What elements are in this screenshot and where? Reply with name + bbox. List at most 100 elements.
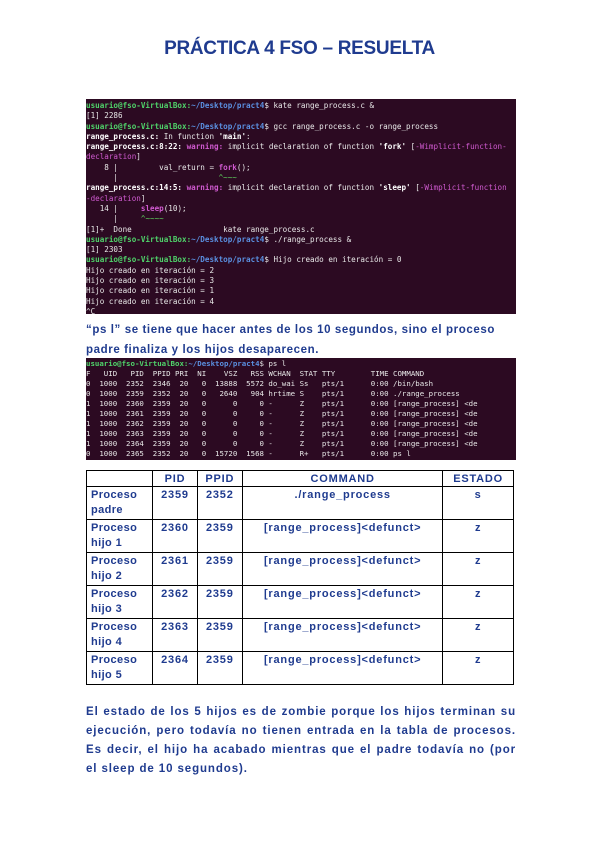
terminal-text: Hijo creado en iteración = 1 [86, 286, 215, 296]
table-header-ppid: PPID [196, 470, 244, 487]
ppid-cell: 2352 [196, 486, 244, 520]
terminal-line: -declaration] [86, 194, 516, 204]
ppid-cell: 2359 [196, 651, 244, 685]
terminal-text: usuario@fso-VirtualBox: [86, 255, 192, 265]
terminal-text: ~/Desktop/pract4 [191, 255, 265, 265]
terminal-line: usuario@fso-VirtualBox:~/Desktop/pract4$… [86, 101, 516, 111]
terminal-line: 1 1000 2361 2359 20 0 0 0 - Z pts/1 0:00… [86, 409, 516, 419]
terminal-line: usuario@fso-VirtualBox:~/Desktop/pract4$… [86, 255, 516, 265]
terminal-line: 0 1000 2365 2352 20 0 15720 1568 - R+ pt… [86, 449, 516, 459]
process-label-cell: Proceso padre [85, 486, 154, 520]
terminal-text: $ ./range_process & [264, 234, 352, 244]
estado-cell: z [442, 552, 514, 586]
terminal-line: F UID PID PPID PRI NI VSZ RSS WCHAN STAT… [86, 369, 516, 379]
terminal-text: $ ps l [259, 359, 287, 368]
estado-cell: z [442, 519, 514, 553]
terminal-line: | ^~~~~ [86, 214, 516, 224]
terminal-text: | [86, 173, 219, 183]
pid-cell: 2362 [152, 585, 198, 619]
process-label-cell: Proceso hijo 1 [85, 519, 154, 553]
terminal-line: 14 | sleep(10); [86, 204, 516, 214]
terminal-text: F UID PID PPID PRI NI VSZ RSS WCHAN STAT… [86, 369, 425, 378]
process-label-cell: Proceso hijo 5 [85, 651, 154, 685]
command-cell: [range_process]<defunct> [242, 618, 444, 652]
process-label: Proceso [91, 555, 138, 567]
terminal-text: implicit declaration of function [227, 183, 379, 193]
terminal-text: warning: [186, 183, 228, 193]
terminal-line: [1] 2286 [86, 111, 516, 121]
table-row: Proceso hijo 4 2363 2359 [range_process]<def… [85, 618, 514, 652]
terminal-text: (); [236, 162, 251, 172]
terminal-text: 1 1000 2362 2359 20 0 0 0 - Z pts/1 0:00… [86, 419, 478, 428]
terminal-text: $ kate range_process.c & [264, 101, 375, 110]
terminal-text: ^C [86, 306, 96, 314]
estado-cell: s [442, 486, 514, 520]
process-label-sub: padre [91, 504, 123, 516]
terminal-text: Hijo creado en iteración = 2 [86, 265, 215, 275]
terminal-text: 0 1000 2365 2352 20 0 15720 1568 - R+ pt… [86, 449, 411, 458]
terminal-line: [1]+ Done kate range_process.c [86, 225, 516, 235]
table-header-command: COMMAND [242, 470, 444, 487]
pid-cell: 2364 [152, 651, 198, 685]
terminal-line: Hijo creado en iteración = 4 [86, 297, 516, 307]
terminal-line: Hijo creado en iteración = 2 [86, 266, 516, 276]
terminal-line: usuario@fso-VirtualBox:~/Desktop/pract4$… [86, 122, 516, 132]
terminal-text: range_process.c: [86, 131, 160, 141]
terminal-text: [ [406, 142, 416, 152]
terminal-text: 8 | val_return = [86, 162, 219, 172]
terminal-text: usuario@fso-VirtualBox: [86, 101, 192, 110]
terminal-text: [ [410, 183, 420, 193]
process-table: PID PPID COMMAND ESTADO Proceso padre 2359… [85, 470, 514, 685]
terminal-text: warning: [186, 142, 228, 152]
terminal-text: usuario@fso-VirtualBox: [86, 121, 192, 131]
table-row: Proceso hijo 2 2361 2359 [range_process]<def… [85, 552, 514, 586]
table-header-row: PID PPID COMMAND ESTADO [85, 470, 514, 487]
command-cell: [range_process]<defunct> [242, 651, 444, 685]
estado-cell: z [442, 618, 514, 652]
terminal-text: 'main' [218, 131, 247, 141]
terminal-line: ^C [86, 307, 516, 314]
terminal-text: [1] 2286 [86, 111, 123, 121]
process-label-sub: hijo 4 [91, 636, 123, 648]
ppid-cell: 2359 [196, 618, 244, 652]
table-row: Proceso hijo 5 2364 2359 [range_process]<def… [85, 651, 514, 685]
terminal-text: [1] 2303 [86, 245, 123, 255]
process-label-sub: hijo 5 [91, 669, 123, 681]
terminal-text: $ Hijo creado en iteración = 0 [264, 255, 402, 265]
process-label-sub: hijo 2 [91, 570, 123, 582]
terminal-text: ] [136, 152, 141, 162]
ps-note-paragraph: “ps l” se tiene que hacer antes de los 1… [86, 324, 495, 356]
command-cell: [range_process]<defunct> [242, 519, 444, 553]
page-title: PRÁCTICA 4 FSO – RESUELTA [164, 38, 435, 59]
terminal-line: declaration] [86, 152, 516, 162]
process-label-sub: hijo 3 [91, 603, 123, 615]
terminal-text: 1 1000 2361 2359 20 0 0 0 - Z pts/1 0:00… [86, 409, 478, 418]
terminal-text: (10); [163, 203, 187, 213]
terminal-text: Hijo creado en iteración = 3 [86, 276, 215, 286]
terminal-line: 1 1000 2364 2359 20 0 0 0 - Z pts/1 0:00… [86, 439, 516, 449]
terminal-line: usuario@fso-VirtualBox:~/Desktop/pract4$… [86, 235, 516, 245]
terminal-text: [1]+ Done kate range_process.c [86, 224, 315, 234]
process-label-cell: Proceso hijo 2 [85, 552, 154, 586]
estado-cell: z [442, 651, 514, 685]
process-label: Proceso [91, 522, 138, 534]
process-label-cell: Proceso hijo 4 [85, 618, 154, 652]
terminal-text: 0 1000 2352 2346 20 0 13888 5572 do_wai … [86, 379, 434, 388]
terminal-line: 0 1000 2359 2352 20 0 2640 904 hrtime S … [86, 389, 516, 399]
process-label: Proceso [91, 621, 138, 633]
terminal-text: range_process.c:8:22: [86, 142, 187, 152]
terminal-text: declaration [86, 152, 137, 162]
terminal-text: ~/Desktop/pract4 [191, 121, 265, 131]
terminal-line: range_process.c:14:5: warning: implicit … [86, 183, 516, 193]
terminal-text: In function [159, 131, 219, 141]
terminal-line: | ^~~~ [86, 173, 516, 183]
terminal-line: Hijo creado en iteración = 1 [86, 286, 516, 296]
terminal-text: 'fork' [378, 142, 407, 152]
ppid-cell: 2359 [196, 585, 244, 619]
terminal-line: 8 | val_return = fork(); [86, 163, 516, 173]
process-label-sub: hijo 1 [91, 537, 123, 549]
process-label: Proceso [91, 489, 138, 501]
terminal-line: range_process.c: In function 'main': [86, 132, 516, 142]
process-label-cell: Proceso hijo 3 [85, 585, 154, 619]
table-row: Proceso hijo 1 2360 2359 [range_process]<def… [85, 519, 514, 553]
